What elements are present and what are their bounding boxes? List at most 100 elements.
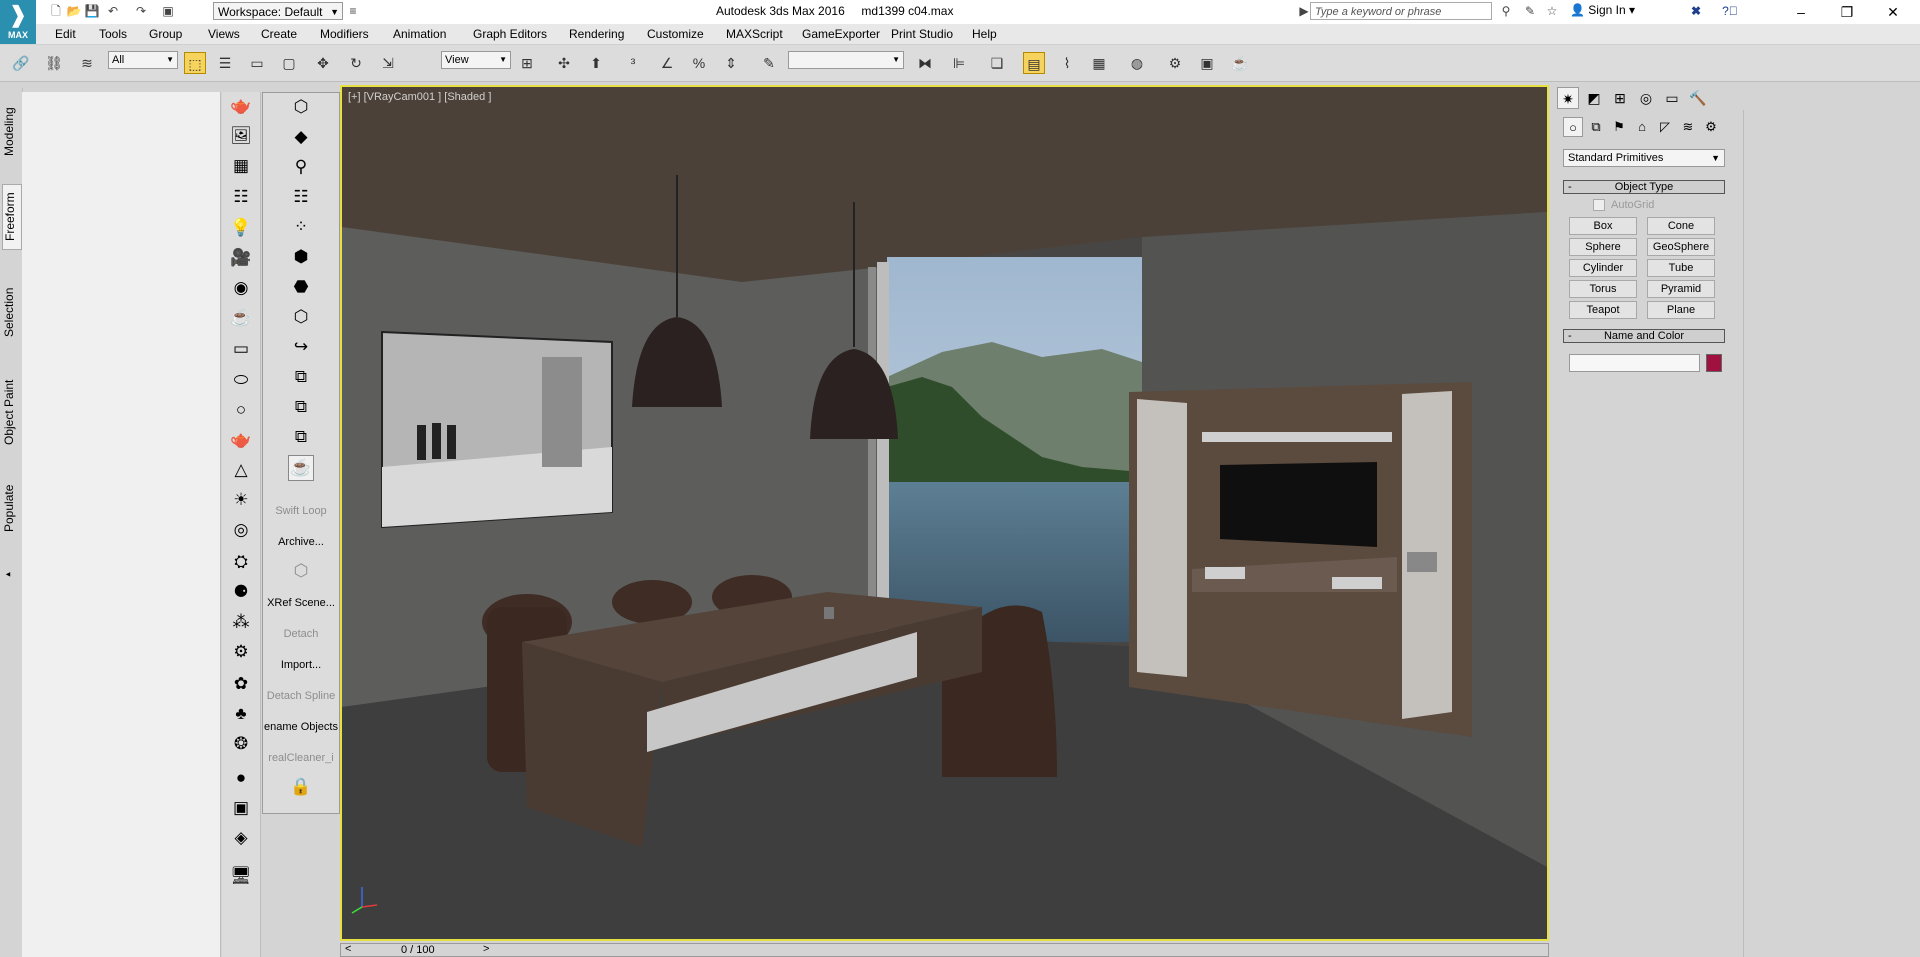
layer-manager-icon[interactable]: ❏ [986, 52, 1008, 74]
geosphere-icon[interactable]: ⬣ [289, 275, 313, 299]
object-type-rollout[interactable]: - Object Type [1563, 180, 1725, 194]
keyboard-shortcut-override-icon[interactable]: ⬆ [585, 52, 607, 74]
real-cleaner-button[interactable]: realCleaner_i [263, 752, 339, 764]
box-edit-icon[interactable]: ⬡ [289, 95, 313, 119]
cylinder-button[interactable]: Cylinder [1569, 259, 1637, 277]
systems-icon[interactable]: ⚙ [1701, 117, 1721, 137]
blue-sphere-icon[interactable]: ● [229, 766, 253, 790]
tab-object-paint[interactable]: Object Paint [2, 372, 20, 452]
window-crossing-icon[interactable]: ▢ [278, 52, 300, 74]
close-button[interactable]: ✕ [1870, 0, 1916, 24]
box-add-icon[interactable]: ⧉ [289, 395, 313, 419]
render-production-icon[interactable]: ☕ [1229, 52, 1251, 74]
box-icon[interactable]: ⬡ [289, 559, 313, 583]
exchange-x-icon[interactable]: ✖ [1688, 3, 1704, 19]
sphere-icon[interactable]: ○ [229, 398, 253, 422]
menu-graph-editors[interactable]: Graph Editors [473, 27, 547, 41]
select-object-icon[interactable]: ⬚ [184, 52, 206, 74]
archive-button[interactable]: Archive... [263, 536, 339, 548]
time-slider[interactable]: < 0 / 100 > [340, 943, 1549, 957]
named-selection-dropdown[interactable]: ▼ [788, 51, 904, 69]
cone-light-icon[interactable]: △ [229, 458, 253, 482]
restore-button[interactable]: ❐ [1824, 0, 1870, 24]
detach-spline-button[interactable]: Detach Spline [263, 690, 339, 702]
grass-icon[interactable]: ✿ [229, 672, 253, 696]
rename-objects-button[interactable]: ename Objects [263, 721, 339, 733]
hierarchy-tab-icon[interactable]: ⊞ [1609, 87, 1631, 109]
render-teapot-icon[interactable]: ☕ [229, 306, 253, 330]
proxy-icon[interactable]: ⛭ [229, 550, 253, 574]
render-sphere-icon[interactable]: ◉ [229, 276, 253, 300]
utilities-tab-icon[interactable]: 🔨 [1687, 87, 1709, 109]
render-window-icon[interactable]: 🖼 [229, 124, 253, 148]
percent-snap-icon[interactable]: % [688, 52, 710, 74]
material-browser-icon[interactable]: ▣ [229, 796, 253, 820]
box-scale-icon[interactable]: ⬡ [289, 305, 313, 329]
particles-icon[interactable]: ⁘ [289, 215, 313, 239]
menu-create[interactable]: Create [261, 27, 297, 41]
plane-button[interactable]: Plane [1647, 301, 1715, 319]
texture-sphere-icon[interactable]: ❂ [229, 732, 253, 756]
dome-light-icon[interactable]: ◎ [229, 518, 253, 542]
box-subtract-icon[interactable]: ⧉ [289, 425, 313, 449]
snaps-toggle-icon[interactable]: ³ [622, 52, 644, 74]
select-manipulate-icon[interactable]: ✣ [553, 52, 575, 74]
teapot-icon[interactable]: 🫖 [229, 94, 253, 118]
subscription-icon[interactable]: ✎ [1522, 3, 1538, 19]
menu-help[interactable]: Help [972, 27, 997, 41]
render-setup-icon[interactable]: ⚙ [1164, 52, 1186, 74]
angle-snap-icon[interactable]: ∠ [656, 52, 678, 74]
rectangular-selection-icon[interactable]: ▭ [246, 52, 268, 74]
unlink-icon[interactable]: ⛓ [43, 52, 65, 74]
geosphere-button[interactable]: GeoSphere [1647, 238, 1715, 256]
help-icon[interactable]: ?⃝ [1722, 3, 1738, 19]
select-move-icon[interactable]: ✥ [312, 52, 334, 74]
bind-space-warp-icon[interactable]: ≋ [76, 52, 98, 74]
space-warps-icon[interactable]: ≋ [1678, 117, 1698, 137]
project-folder-icon[interactable]: ▣ [160, 3, 176, 19]
category-dropdown[interactable]: Standard Primitives ▼ [1563, 149, 1725, 167]
time-slider-prev-button[interactable]: < [345, 943, 351, 955]
select-rotate-icon[interactable]: ↻ [345, 52, 367, 74]
redo-icon[interactable]: ↷ [133, 3, 149, 19]
plane-icon[interactable]: ▭ [229, 337, 253, 361]
menu-customize[interactable]: Customize [647, 27, 704, 41]
light-lister-icon[interactable]: 💡 [229, 216, 253, 240]
arrow-curve-icon[interactable]: ↪ [289, 335, 313, 359]
autogrid-checkbox[interactable]: AutoGrid [1593, 199, 1654, 212]
select-scale-icon[interactable]: ⇲ [377, 52, 399, 74]
tab-freeform[interactable]: Freeform [2, 184, 22, 250]
material-editor-icon[interactable]: ◍ [1126, 52, 1148, 74]
geometry-icon[interactable]: ○ [1563, 117, 1583, 137]
vray-teapot-icon[interactable]: 🫖 [229, 428, 253, 452]
motion-tab-icon[interactable]: ◎ [1635, 87, 1657, 109]
menu-modifiers[interactable]: Modifiers [320, 27, 369, 41]
time-slider-next-button[interactable]: > [483, 943, 489, 955]
tab-selection[interactable]: Selection [2, 280, 20, 344]
sign-in-button[interactable]: 👤 Sign In ▾ [1570, 3, 1635, 17]
detach-button[interactable]: Detach [263, 628, 339, 640]
sphere-gear-icon[interactable]: ⚙ [229, 640, 253, 664]
scatter-icon[interactable]: ⁂ [229, 610, 253, 634]
edit-named-selection-icon[interactable]: ✎ [758, 52, 780, 74]
layer-icon[interactable]: ☷ [289, 185, 313, 209]
menu-maxscript[interactable]: MAXScript [726, 27, 783, 41]
lights-icon[interactable]: ⚑ [1609, 117, 1629, 137]
swift-loop-button[interactable]: Swift Loop [263, 505, 339, 517]
box-button[interactable]: Box [1569, 217, 1637, 235]
object-name-field[interactable] [1569, 354, 1700, 372]
quick-access-menu-icon[interactable]: ≡ [345, 3, 361, 19]
helpers-icon[interactable]: ◸ [1655, 117, 1675, 137]
perspective-viewport[interactable]: [+] [VRayCam001 ] [Shaded ] [340, 85, 1549, 941]
mirror-icon[interactable]: ⧓ [914, 52, 936, 74]
app-logo[interactable]: ❱ MAX [0, 0, 36, 44]
select-link-icon[interactable]: 🔗 [10, 52, 32, 74]
box-transform-icon[interactable]: ⬢ [289, 245, 313, 269]
workspace-dropdown[interactable]: Workspace: Default ▼ [213, 2, 343, 20]
lock-icon[interactable]: 🔒 [289, 775, 313, 799]
object-color-swatch[interactable] [1706, 354, 1722, 372]
align-icon[interactable]: ⊫ [948, 52, 970, 74]
pivot-center-icon[interactable]: ⊞ [516, 52, 538, 74]
render-icon[interactable]: ☕ [288, 455, 314, 481]
selection-filter-dropdown[interactable]: All ▼ [108, 51, 178, 69]
